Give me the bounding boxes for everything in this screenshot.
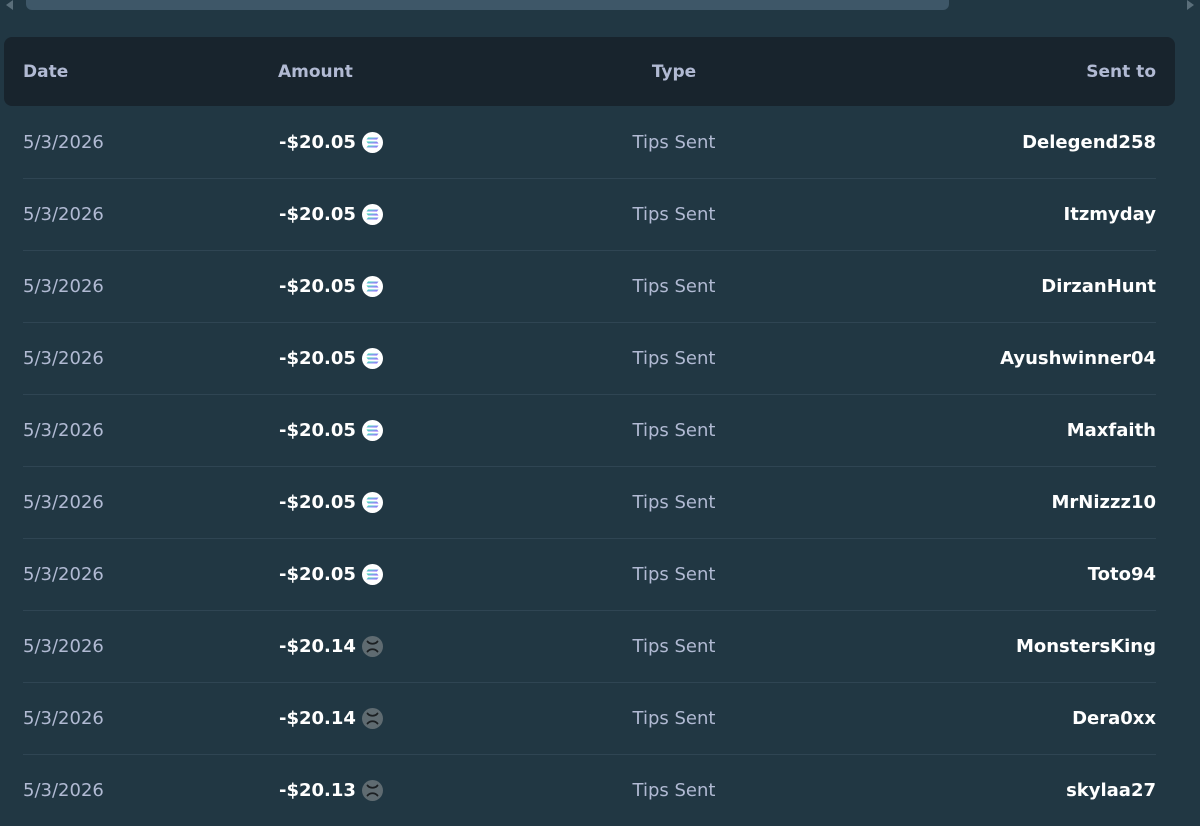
amount-value: -$20.05 bbox=[279, 276, 356, 297]
row-type: Tips Sent bbox=[632, 276, 716, 297]
column-header-amount: Amount bbox=[278, 62, 353, 82]
table-row: 5/3/2026 -$20.05 Tips Sent Toto94 bbox=[23, 539, 1156, 611]
xrp-icon bbox=[361, 708, 383, 729]
row-amount: -$20.05 bbox=[279, 179, 383, 250]
column-header-type: Type bbox=[651, 62, 697, 82]
row-date: 5/3/2026 bbox=[23, 132, 104, 153]
row-amount: -$20.05 bbox=[279, 323, 383, 394]
solana-icon bbox=[361, 132, 383, 153]
table-row: 5/3/2026 -$20.14 Tips Sent MonstersKing bbox=[23, 611, 1156, 683]
row-type: Tips Sent bbox=[632, 204, 716, 225]
row-sent-to-user[interactable]: Dera0xx bbox=[1072, 683, 1156, 754]
row-amount: -$20.05 bbox=[279, 107, 383, 178]
row-sent-to-user[interactable]: Maxfaith bbox=[1067, 395, 1156, 466]
row-date: 5/3/2026 bbox=[23, 636, 104, 657]
row-sent-to-user[interactable]: skylaa27 bbox=[1066, 755, 1156, 826]
row-date: 5/3/2026 bbox=[23, 276, 104, 297]
row-sent-to-user[interactable]: MrNizzz10 bbox=[1051, 467, 1156, 538]
row-sent-to-user[interactable]: Itzmyday bbox=[1064, 179, 1156, 250]
scroll-left-arrow-icon[interactable] bbox=[6, 0, 13, 10]
column-header-date: Date bbox=[23, 62, 69, 82]
row-sent-to-user[interactable]: MonstersKing bbox=[1016, 611, 1156, 682]
table-row: 5/3/2026 -$20.13 Tips Sent skylaa27 bbox=[23, 755, 1156, 826]
row-date: 5/3/2026 bbox=[23, 564, 104, 585]
row-date: 5/3/2026 bbox=[23, 492, 104, 513]
row-type: Tips Sent bbox=[632, 780, 716, 801]
row-date: 5/3/2026 bbox=[23, 348, 104, 369]
row-type: Tips Sent bbox=[632, 348, 716, 369]
row-sent-to-user[interactable]: Toto94 bbox=[1088, 539, 1156, 610]
row-amount: -$20.13 bbox=[279, 755, 383, 826]
row-date: 5/3/2026 bbox=[23, 708, 104, 729]
amount-value: -$20.14 bbox=[279, 708, 356, 729]
row-sent-to-user[interactable]: DirzanHunt bbox=[1041, 251, 1156, 322]
amount-value: -$20.05 bbox=[279, 420, 356, 441]
solana-icon bbox=[361, 276, 383, 297]
amount-value: -$20.05 bbox=[279, 564, 356, 585]
table-row: 5/3/2026 -$20.05 Tips Sent Itzmyday bbox=[23, 179, 1156, 251]
row-date: 5/3/2026 bbox=[23, 780, 104, 801]
amount-value: -$20.05 bbox=[279, 348, 356, 369]
horizontal-scrollbar[interactable] bbox=[0, 0, 1200, 14]
xrp-icon bbox=[361, 636, 383, 657]
row-sent-to-user[interactable]: Ayushwinner04 bbox=[1000, 323, 1156, 394]
row-type: Tips Sent bbox=[632, 564, 716, 585]
amount-value: -$20.05 bbox=[279, 492, 356, 513]
table-row: 5/3/2026 -$20.14 Tips Sent Dera0xx bbox=[23, 683, 1156, 755]
xrp-icon bbox=[361, 780, 383, 801]
amount-value: -$20.05 bbox=[279, 204, 356, 225]
column-header-sent-to: Sent to bbox=[1086, 62, 1156, 82]
row-date: 5/3/2026 bbox=[23, 204, 104, 225]
table-row: 5/3/2026 -$20.05 Tips Sent DirzanHunt bbox=[23, 251, 1156, 323]
row-amount: -$20.05 bbox=[279, 539, 383, 610]
row-date: 5/3/2026 bbox=[23, 420, 104, 441]
scrollbar-thumb[interactable] bbox=[26, 0, 949, 10]
row-type: Tips Sent bbox=[632, 420, 716, 441]
amount-value: -$20.14 bbox=[279, 636, 356, 657]
row-amount: -$20.05 bbox=[279, 467, 383, 538]
row-amount: -$20.05 bbox=[279, 395, 383, 466]
row-sent-to-user[interactable]: Delegend258 bbox=[1022, 107, 1156, 178]
amount-value: -$20.05 bbox=[279, 132, 356, 153]
amount-value: -$20.13 bbox=[279, 780, 356, 801]
row-amount: -$20.05 bbox=[279, 251, 383, 322]
table-row: 5/3/2026 -$20.05 Tips Sent Maxfaith bbox=[23, 395, 1156, 467]
table-row: 5/3/2026 -$20.05 Tips Sent Ayushwinner04 bbox=[23, 323, 1156, 395]
row-type: Tips Sent bbox=[632, 708, 716, 729]
solana-icon bbox=[361, 204, 383, 225]
table-header: Date Amount Type Sent to bbox=[4, 37, 1175, 106]
row-amount: -$20.14 bbox=[279, 611, 383, 682]
row-type: Tips Sent bbox=[632, 636, 716, 657]
row-amount: -$20.14 bbox=[279, 683, 383, 754]
solana-icon bbox=[361, 420, 383, 441]
table-row: 5/3/2026 -$20.05 Tips Sent Delegend258 bbox=[23, 107, 1156, 179]
solana-icon bbox=[361, 564, 383, 585]
solana-icon bbox=[361, 348, 383, 369]
transactions-table-body: 5/3/2026 -$20.05 Tips Sent Delegend258 5/3/2… bbox=[0, 107, 1200, 826]
row-type: Tips Sent bbox=[632, 492, 716, 513]
row-type: Tips Sent bbox=[632, 132, 716, 153]
solana-icon bbox=[361, 492, 383, 513]
scroll-right-arrow-icon[interactable] bbox=[1187, 0, 1194, 10]
table-row: 5/3/2026 -$20.05 Tips Sent MrNizzz10 bbox=[23, 467, 1156, 539]
